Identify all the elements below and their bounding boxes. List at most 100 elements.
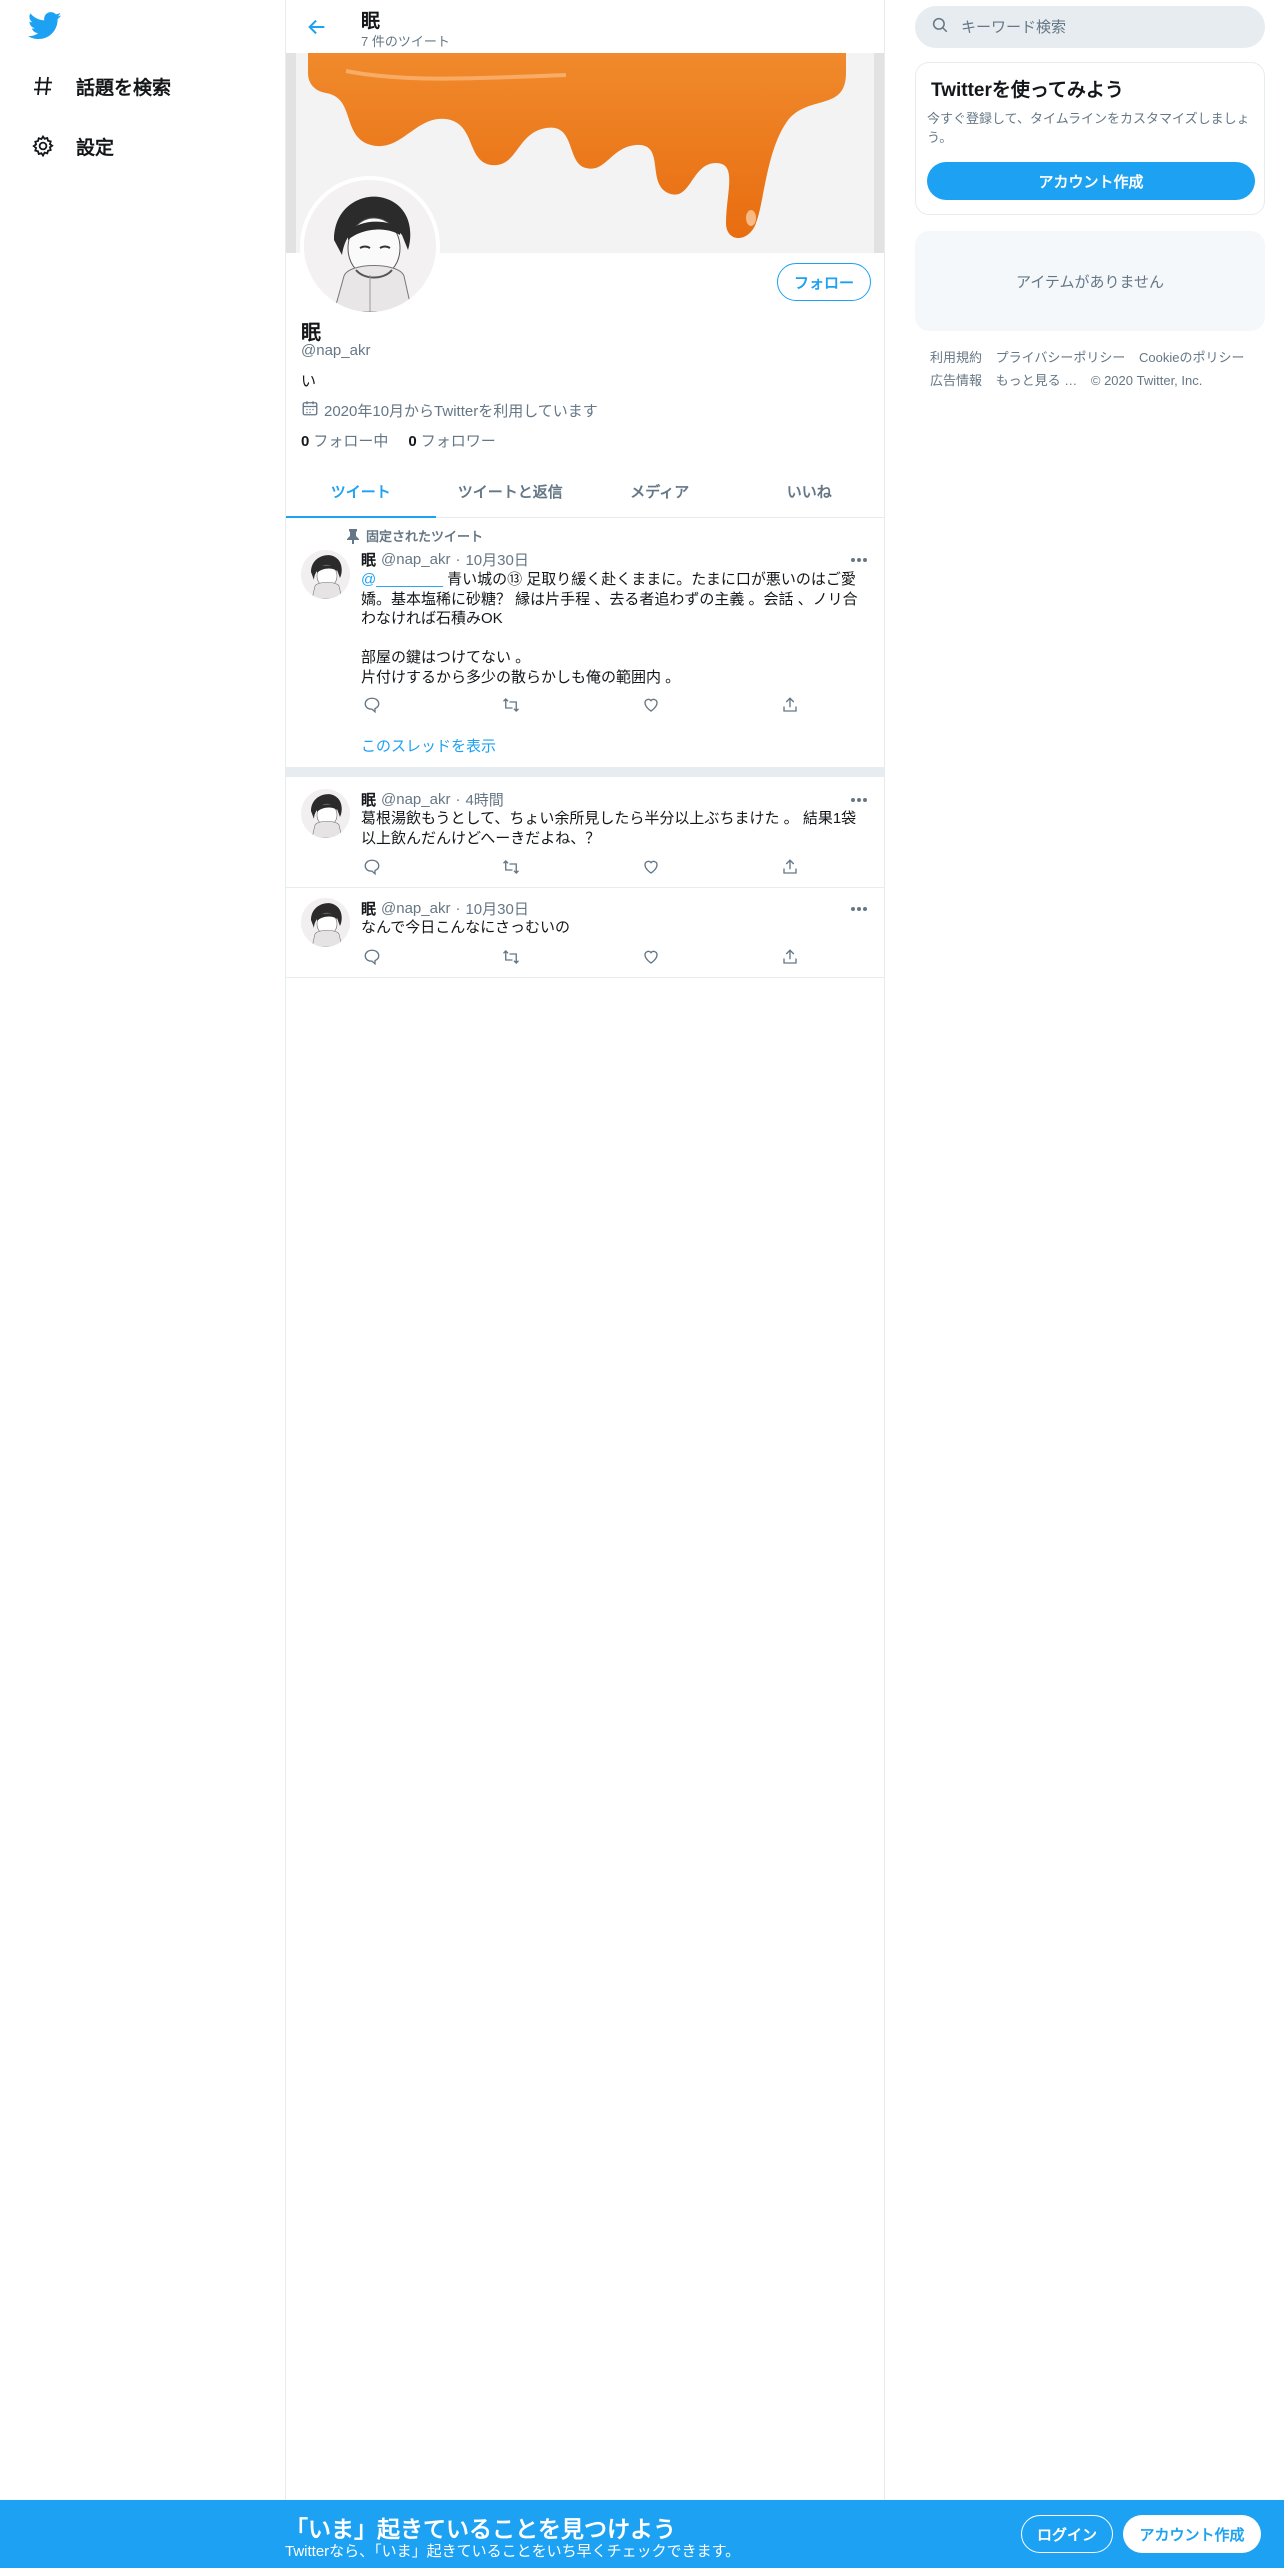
show-thread-link[interactable]: このスレッドを表示	[361, 735, 496, 756]
search-box[interactable]	[915, 6, 1265, 48]
footer-link-cookies[interactable]: Cookieのポリシー	[1139, 350, 1244, 365]
trends-card: アイテムがありません	[915, 231, 1265, 331]
more-icon[interactable]	[849, 790, 869, 810]
avatar[interactable]	[301, 898, 350, 947]
signup-banner: 「いま」起きていることを見つけよう Twitterなら、「いま」起きていることを…	[0, 2500, 1284, 2568]
profile-handle: @nap_akr	[301, 342, 371, 359]
footer-link-privacy[interactable]: プライバシーポリシー	[996, 350, 1126, 365]
gear-icon	[28, 131, 58, 161]
like-icon[interactable]	[640, 856, 662, 878]
profile-tabs: ツイート ツイートと返信 メディア いいね	[286, 466, 884, 518]
profile-bio: い	[301, 373, 317, 390]
tweet-dot: ·	[455, 900, 461, 917]
hashtag-icon	[28, 71, 58, 101]
followers-stat[interactable]: 0 フォロワー	[408, 430, 495, 451]
profile-joined-text: 2020年10月からTwitterを利用しています	[324, 402, 598, 420]
thread-separator	[286, 767, 884, 777]
like-icon[interactable]	[640, 694, 662, 716]
pinned-tweet[interactable]: 固定されたツイート 眠 @nap_akr · 10月30日 @________ …	[286, 518, 884, 767]
tweet-author-name[interactable]: 眠	[361, 549, 376, 570]
create-account-button[interactable]: アカウント作成	[927, 162, 1255, 200]
avatar[interactable]	[301, 550, 350, 599]
profile-name: 眠	[301, 322, 321, 344]
nav-explore-label: 話題を検索	[76, 77, 172, 99]
following-label: フォロー中	[313, 433, 389, 450]
login-button[interactable]: ログイン	[1021, 2515, 1113, 2553]
footer-copyright: © 2020 Twitter, Inc.	[1090, 373, 1203, 388]
tweet-header: 眠 @nap_akr · 10月30日	[361, 549, 529, 570]
signup-card: Twitterを使ってみよう 今すぐ登録して、タイムラインをカスタマイズしましょ…	[915, 62, 1265, 215]
pinned-label: 固定されたツイート	[366, 529, 484, 544]
nav-settings-label: 設定	[76, 137, 115, 159]
tweet[interactable]: 眠 @nap_akr · 10月30日 なんで今日こんなにさっむいの	[286, 888, 884, 978]
follow-button[interactable]: フォロー	[777, 263, 871, 301]
like-icon[interactable]	[640, 946, 662, 968]
reply-icon[interactable]	[361, 946, 383, 968]
share-icon[interactable]	[779, 946, 801, 968]
tab-media[interactable]: メディア	[585, 466, 735, 517]
search-input[interactable]	[961, 18, 1241, 36]
followers-label: フォロワー	[420, 433, 496, 450]
footer-link-terms[interactable]: 利用規約	[930, 350, 982, 365]
header-name: 眠	[361, 11, 381, 32]
footer-link-ads[interactable]: 広告情報	[930, 373, 982, 388]
tweet-author-handle[interactable]: @nap_akr	[381, 900, 450, 917]
tweet-text: @________ 青い城の⑬ 足取り緩く赴くままに。たまに口が悪いのはご愛嬌。…	[361, 570, 871, 687]
profile-stats: 0 フォロー中 0 フォロワー	[301, 430, 516, 451]
nav-explore[interactable]: 話題を検索	[28, 66, 171, 106]
tweet-header: 眠 @nap_akr · 10月30日	[361, 898, 529, 919]
tweet[interactable]: 眠 @nap_akr · 4時間 葛根湯飲もうとして、ちょい余所見したら半分以上…	[286, 777, 884, 888]
tab-tweets[interactable]: ツイート	[286, 466, 436, 518]
tweet-time[interactable]: 4時間	[465, 789, 503, 810]
header-tweet-count: 7 件のツイート	[361, 34, 450, 49]
retweet-icon[interactable]	[500, 946, 522, 968]
signup-banner-title: 「いま」起きていることを見つけよう	[285, 2516, 676, 2542]
mention-link[interactable]: @________	[361, 571, 443, 588]
tweet-text: 葛根湯飲もうとして、ちょい余所見したら半分以上ぶちまけた 。 結果1袋以上飲んだ…	[361, 810, 857, 847]
nav-settings[interactable]: 設定	[28, 126, 114, 166]
tab-likes[interactable]: いいね	[735, 466, 885, 517]
tweet-time[interactable]: 10月30日	[465, 898, 528, 919]
signup-card-description: 今すぐ登録して、タイムラインをカスタマイズしましょう。	[927, 111, 1250, 145]
tweet-author-name[interactable]: 眠	[361, 898, 376, 919]
tweet-time[interactable]: 10月30日	[465, 549, 528, 570]
footer-links: 利用規約 プライバシーポリシー Cookieのポリシー 広告情報 もっと見る ……	[930, 346, 1260, 392]
calendar-icon	[301, 399, 319, 421]
followers-count: 0	[408, 433, 417, 450]
reply-icon[interactable]	[361, 856, 383, 878]
signup-card-title: Twitterを使ってみよう	[931, 80, 1124, 101]
tweet-header: 眠 @nap_akr · 4時間	[361, 789, 504, 810]
back-arrow-icon[interactable]	[300, 10, 334, 44]
signup-banner-subtitle: Twitterなら、「いま」起きていることをいち早くチェックできます。	[285, 2543, 741, 2560]
tweet-author-handle[interactable]: @nap_akr	[381, 551, 450, 568]
profile-avatar[interactable]	[300, 176, 440, 316]
profile-joined: 2020年10月からTwitterを利用しています	[301, 399, 598, 421]
trends-empty-message: アイテムがありません	[1015, 273, 1165, 291]
retweet-icon[interactable]	[500, 694, 522, 716]
pin-icon	[330, 528, 360, 544]
signup-button[interactable]: アカウント作成	[1123, 2515, 1261, 2553]
following-stat[interactable]: 0 フォロー中	[301, 430, 388, 451]
share-icon[interactable]	[779, 856, 801, 878]
search-icon	[931, 16, 949, 39]
tweet-actions	[361, 694, 801, 716]
left-navigation: 話題を検索 設定	[0, 0, 285, 2500]
reply-icon[interactable]	[361, 694, 383, 716]
avatar[interactable]	[301, 789, 350, 838]
footer-link-more[interactable]: もっと見る …	[996, 373, 1078, 388]
tweet-author-name[interactable]: 眠	[361, 789, 376, 810]
share-icon[interactable]	[779, 694, 801, 716]
tweet-actions	[361, 856, 801, 878]
twitter-bird-icon[interactable]	[28, 12, 64, 42]
tab-tweets-and-replies[interactable]: ツイートと返信	[436, 466, 586, 517]
tweet-text: なんで今日こんなにさっむいの	[361, 919, 570, 936]
more-icon[interactable]	[849, 550, 869, 570]
tweet-body: 青い城の⑬ 足取り緩く赴くままに。たまに口が悪いのはご愛嬌。基本塩稀に砂糖？ 縁…	[361, 571, 858, 686]
more-icon[interactable]	[849, 899, 869, 919]
profile-header-bar: 眠 7 件のツイート	[286, 0, 884, 53]
tweet-actions	[361, 946, 801, 968]
tweet-dot: ·	[455, 791, 461, 808]
tweet-author-handle[interactable]: @nap_akr	[381, 791, 450, 808]
retweet-icon[interactable]	[500, 856, 522, 878]
profile-column: 眠 7 件のツイート フォロー 眠 @nap_akr い 2020年10月からT…	[285, 0, 885, 2500]
